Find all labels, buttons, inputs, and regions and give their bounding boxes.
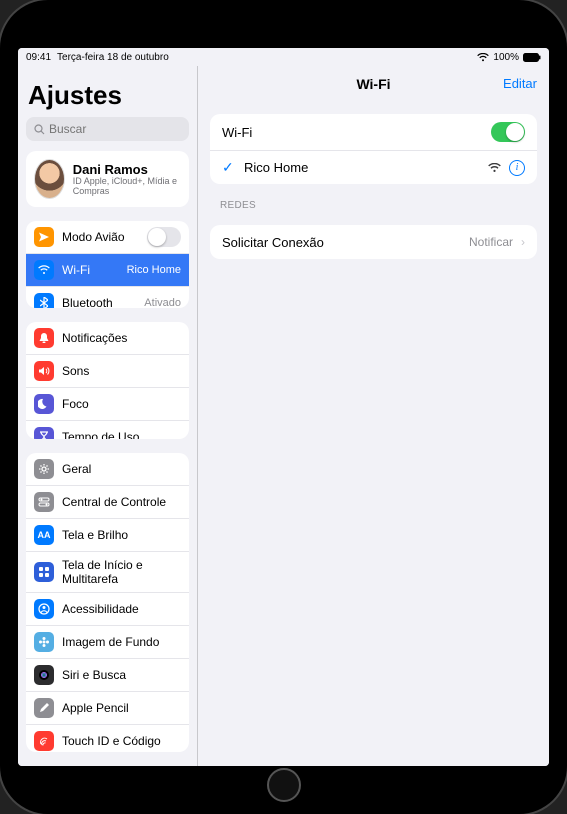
sidebar-item-label: Touch ID e Código <box>62 734 181 748</box>
sidebar-item-tempo-de-uso[interactable]: Tempo de Uso <box>26 420 189 438</box>
person-icon <box>34 599 54 619</box>
page-title: Ajustes <box>18 66 197 117</box>
sidebar-group-notifications: Notificações Sons Foco Tempo de Uso <box>26 322 189 438</box>
detail-title: Wi-Fi <box>356 76 390 92</box>
grid-icon <box>34 562 54 582</box>
touchid-icon <box>34 731 54 751</box>
settings-sidebar[interactable]: Ajustes Dani Ramos ID Apple, iCloud+, Mí… <box>18 66 198 766</box>
sidebar-item-apple-pencil[interactable]: Apple Pencil <box>26 691 189 724</box>
sidebar-item-wi-fi[interactable]: Wi-Fi Rico Home <box>26 253 189 286</box>
sidebar-item-acessibilidade[interactable]: Acessibilidade <box>26 592 189 625</box>
edit-button[interactable]: Editar <box>503 76 537 91</box>
ask-to-join-row[interactable]: Solicitar Conexão Notificar › <box>210 225 537 259</box>
airplane-icon <box>34 227 54 247</box>
info-icon[interactable]: i <box>509 160 525 176</box>
flower-icon <box>34 632 54 652</box>
sidebar-item-label: Imagem de Fundo <box>62 635 181 649</box>
sidebar-item-label: Apple Pencil <box>62 701 181 715</box>
networks-section-header: Redes <box>220 200 527 211</box>
connected-network-name: Rico Home <box>244 160 480 175</box>
apple-id-row[interactable]: Dani Ramos ID Apple, iCloud+, Mídia e Co… <box>26 151 189 207</box>
search-input[interactable] <box>49 122 198 136</box>
ask-to-join-value: Notificar <box>469 235 513 249</box>
sidebar-item-tela-de-in-cio-e-multitarefa[interactable]: Tela de Início e Multitarefa <box>26 551 189 592</box>
sidebar-item-label: Wi-Fi <box>62 263 119 277</box>
wifi-signal-icon <box>488 163 501 173</box>
wifi-toggle-row[interactable]: Wi-Fi <box>210 114 537 150</box>
ask-to-join-label: Solicitar Conexão <box>222 235 461 250</box>
sidebar-item-label: Modo Avião <box>62 230 139 244</box>
sidebar-group-connectivity: Modo Avião Wi-Fi Rico Home Bluetooth Ativado <box>26 221 189 308</box>
bell-icon <box>34 328 54 348</box>
connected-network-row[interactable]: ✓ Rico Home i <box>210 150 537 184</box>
sidebar-group-general: Geral Central de Controle AA Tela e Brilho T… <box>26 453 189 752</box>
siri-icon <box>34 665 54 685</box>
aa-icon: AA <box>34 525 54 545</box>
wifi-status-icon <box>477 53 489 62</box>
sidebar-item-label: Tela de Início e Multitarefa <box>62 558 181 586</box>
battery-status-icon <box>523 53 541 62</box>
bluetooth-icon <box>34 293 54 308</box>
speaker-icon <box>34 361 54 381</box>
switches-icon <box>34 492 54 512</box>
sidebar-item-label: Notificações <box>62 331 181 345</box>
sidebar-item-label: Acessibilidade <box>62 602 181 616</box>
toggle[interactable] <box>147 227 181 247</box>
chevron-right-icon: › <box>521 235 525 249</box>
status-bar: 09:41 Terça-feira 18 de outubro 100% <box>18 48 549 66</box>
ask-to-join-group: Solicitar Conexão Notificar › <box>210 225 537 259</box>
checkmark-icon: ✓ <box>222 159 236 176</box>
sidebar-item-sons[interactable]: Sons <box>26 354 189 387</box>
wifi-toggle-label: Wi-Fi <box>222 125 483 140</box>
wifi-icon <box>34 260 54 280</box>
hourglass-icon <box>34 427 54 438</box>
sidebar-item-notifica-es[interactable]: Notificações <box>26 322 189 354</box>
sidebar-item-label: Foco <box>62 397 181 411</box>
search-field[interactable] <box>26 117 189 141</box>
moon-icon <box>34 394 54 414</box>
detail-pane: Wi-Fi Editar Wi-Fi ✓ Rico Home i <box>198 66 549 766</box>
profile-subtitle: ID Apple, iCloud+, Mídia e Compras <box>73 177 181 197</box>
status-time: 09:41 <box>26 52 51 63</box>
pencil-icon <box>34 698 54 718</box>
sidebar-item-label: Tempo de Uso <box>62 430 181 438</box>
wifi-toggle[interactable] <box>491 122 525 142</box>
avatar <box>34 159 65 199</box>
gear-icon <box>34 459 54 479</box>
status-date: Terça-feira 18 de outubro <box>57 52 169 63</box>
home-button[interactable] <box>267 768 301 802</box>
sidebar-item-value: Rico Home <box>127 264 181 276</box>
profile-name: Dani Ramos <box>73 162 181 177</box>
sidebar-item-imagem-de-fundo[interactable]: Imagem de Fundo <box>26 625 189 658</box>
sidebar-item-label: Siri e Busca <box>62 668 181 682</box>
sidebar-item-geral[interactable]: Geral <box>26 453 189 485</box>
sidebar-item-label: Geral <box>62 462 181 476</box>
wifi-main-group: Wi-Fi ✓ Rico Home i <box>210 114 537 184</box>
sidebar-item-label: Bluetooth <box>62 296 136 308</box>
sidebar-item-modo-avi-o[interactable]: Modo Avião <box>26 221 189 253</box>
sidebar-item-label: Central de Controle <box>62 495 181 509</box>
sidebar-item-foco[interactable]: Foco <box>26 387 189 420</box>
sidebar-item-tela-e-brilho[interactable]: AA Tela e Brilho <box>26 518 189 551</box>
detail-navbar: Wi-Fi Editar <box>198 66 549 102</box>
sidebar-item-value: Ativado <box>144 297 181 308</box>
search-icon <box>34 124 45 135</box>
sidebar-item-touch-id-e-c-digo[interactable]: Touch ID e Código <box>26 724 189 752</box>
battery-pct: 100% <box>493 52 519 63</box>
sidebar-item-siri-e-busca[interactable]: Siri e Busca <box>26 658 189 691</box>
sidebar-item-bluetooth[interactable]: Bluetooth Ativado <box>26 286 189 308</box>
sidebar-item-label: Tela e Brilho <box>62 528 181 542</box>
sidebar-item-label: Sons <box>62 364 181 378</box>
sidebar-item-central-de-controle[interactable]: Central de Controle <box>26 485 189 518</box>
